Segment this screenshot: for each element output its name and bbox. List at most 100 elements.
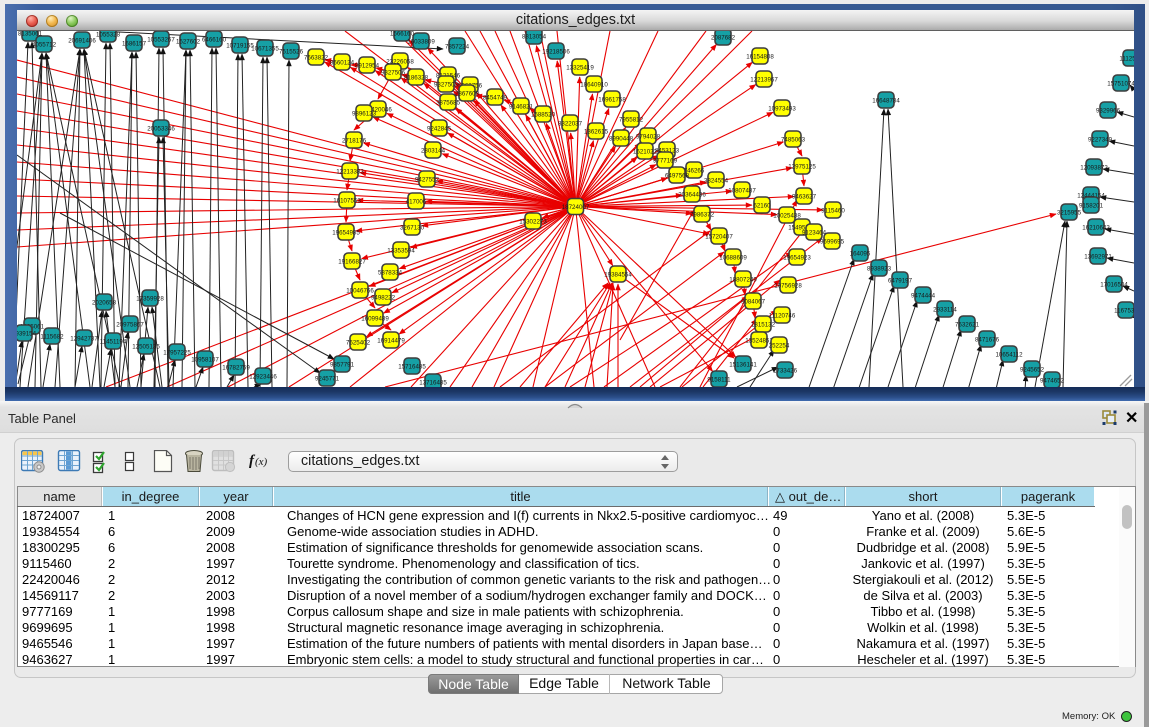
svg-text:10654112: 10654112: [995, 351, 1023, 358]
svg-text:1588520: 1588520: [531, 111, 556, 118]
svg-text:2933114: 2933114: [933, 306, 957, 313]
svg-text:18807249: 18807249: [729, 276, 757, 283]
svg-text:16033809: 16033809: [407, 38, 435, 45]
svg-text:7857224: 7857224: [445, 43, 470, 50]
svg-text:10958107: 10958107: [191, 356, 219, 363]
svg-text:11451194: 11451194: [100, 338, 127, 345]
svg-text:19654923: 19654923: [783, 254, 811, 261]
svg-text:62160: 62160: [753, 202, 771, 209]
svg-text:6479197: 6479197: [888, 277, 913, 284]
svg-text:9857791: 9857791: [330, 361, 355, 368]
svg-text:16099489: 16099489: [361, 315, 389, 322]
svg-text:19654985: 19654985: [332, 229, 360, 236]
svg-text:12213967: 12213967: [750, 76, 778, 83]
svg-text:13353594: 13353594: [387, 247, 415, 254]
svg-text:12942737: 12942737: [70, 335, 98, 342]
svg-text:7955812: 7955812: [619, 116, 644, 123]
svg-text:9896123: 9896123: [352, 110, 377, 117]
svg-text:2020658: 2020658: [92, 299, 117, 306]
svg-text:1527602: 1527602: [176, 38, 201, 45]
svg-text:15720407: 15720407: [705, 233, 733, 240]
svg-text:9463627: 9463627: [792, 193, 817, 200]
svg-text:9158111: 9158111: [707, 376, 731, 383]
svg-text:20975867: 20975867: [116, 321, 144, 328]
svg-text:10807487: 10807487: [728, 187, 756, 194]
svg-text:8471676: 8471676: [975, 336, 1000, 343]
svg-text:16107553: 16107553: [333, 197, 361, 204]
svg-text:15716485: 15716485: [398, 363, 426, 370]
svg-text:7485063: 7485063: [781, 136, 806, 143]
svg-text:7986372: 7986372: [690, 211, 715, 218]
svg-text:9474444: 9474444: [911, 292, 936, 299]
svg-text:1055328: 1055328: [96, 31, 121, 38]
svg-text:9084067: 9084067: [741, 298, 766, 305]
svg-text:20053346: 20053346: [147, 125, 175, 132]
svg-text:17016504: 17016504: [1100, 281, 1128, 288]
svg-text:3875685: 3875685: [436, 99, 461, 106]
svg-text:16961758: 16961758: [598, 96, 626, 103]
svg-text:16210643: 16210643: [1082, 224, 1110, 231]
svg-text:7632621: 7632621: [955, 321, 980, 328]
svg-text:17359928: 17359928: [136, 295, 164, 302]
svg-text:417006: 417006: [406, 198, 427, 205]
svg-text:10719155: 10719155: [226, 42, 254, 49]
svg-text:6466160: 6466160: [202, 36, 227, 43]
svg-text:9245771: 9245771: [315, 375, 340, 382]
svg-text:1167534: 1167534: [1114, 307, 1134, 314]
svg-text:9327506: 9327506: [381, 69, 406, 76]
svg-text:3824554: 3824554: [704, 177, 729, 184]
svg-text:1815132: 1815132: [751, 321, 776, 328]
svg-text:9245652: 9245652: [1020, 366, 1045, 373]
svg-text:9115460: 9115460: [821, 207, 845, 214]
svg-text:12093873: 12093873: [1080, 164, 1108, 171]
svg-text:9329966: 9329966: [1096, 107, 1121, 114]
svg-text:18724007: 18724007: [562, 204, 590, 211]
svg-text:17957225: 17957225: [163, 349, 191, 356]
svg-text:13716485: 13716485: [419, 379, 447, 386]
svg-text:3267130: 3267130: [400, 224, 425, 231]
svg-text:15136141: 15136141: [729, 361, 757, 368]
svg-text:2718176: 2718176: [342, 137, 367, 144]
svg-text:12923446: 12923446: [249, 373, 277, 380]
svg-text:1939154: 1939154: [17, 330, 37, 337]
svg-text:(x): (x): [255, 456, 268, 468]
svg-text:15751074: 15751074: [1107, 80, 1134, 87]
svg-text:9242845: 9242845: [427, 125, 452, 132]
svg-text:5878334: 5878334: [378, 269, 403, 276]
svg-text:1115682: 1115682: [40, 333, 64, 340]
svg-text:1112503: 1112503: [1119, 55, 1134, 62]
svg-text:4055712: 4055712: [32, 41, 57, 48]
svg-text:8938923: 8938923: [867, 265, 892, 272]
svg-text:9146821: 9146821: [509, 103, 534, 110]
svg-text:10688609: 10688609: [719, 254, 747, 261]
svg-text:2867608: 2867608: [455, 90, 480, 97]
svg-text:20691406: 20691406: [68, 37, 96, 44]
svg-text:9699695: 9699695: [820, 238, 845, 245]
svg-text:1733426: 1733426: [773, 367, 798, 374]
svg-text:9474652: 9474652: [1040, 377, 1065, 384]
svg-text:20364436: 20364436: [678, 191, 706, 198]
svg-text:6497568: 6497568: [665, 172, 690, 179]
svg-text:9227349: 9227349: [1088, 136, 1113, 143]
svg-text:164095: 164095: [850, 250, 871, 257]
svg-text:16154808: 16154808: [746, 53, 774, 60]
svg-text:7625402: 7625402: [346, 339, 371, 346]
svg-text:1621022: 1621022: [633, 148, 658, 155]
svg-text:12975125: 12975125: [788, 163, 816, 170]
svg-text:9327508: 9327508: [434, 81, 459, 88]
svg-text:18640910: 18640910: [580, 81, 608, 88]
svg-text:9427552: 9427552: [415, 176, 440, 183]
svg-text:12505135: 12505135: [132, 343, 160, 350]
svg-text:11120746: 11120746: [769, 312, 796, 319]
svg-text:9158201: 9158201: [1079, 202, 1104, 209]
svg-text:13325419: 13325419: [566, 64, 594, 71]
svg-text:252254: 252254: [769, 342, 790, 349]
svg-text:10046766: 10046766: [346, 287, 374, 294]
svg-text:8186328: 8186328: [404, 74, 429, 81]
svg-text:9794028: 9794028: [636, 133, 661, 140]
svg-text:1362615: 1362615: [584, 128, 609, 135]
svg-text:2803144: 2803144: [421, 147, 446, 154]
svg-text:10025438: 10025438: [773, 212, 801, 219]
svg-text:9498222: 9498222: [371, 294, 396, 301]
svg-text:10756928: 10756928: [774, 282, 802, 289]
